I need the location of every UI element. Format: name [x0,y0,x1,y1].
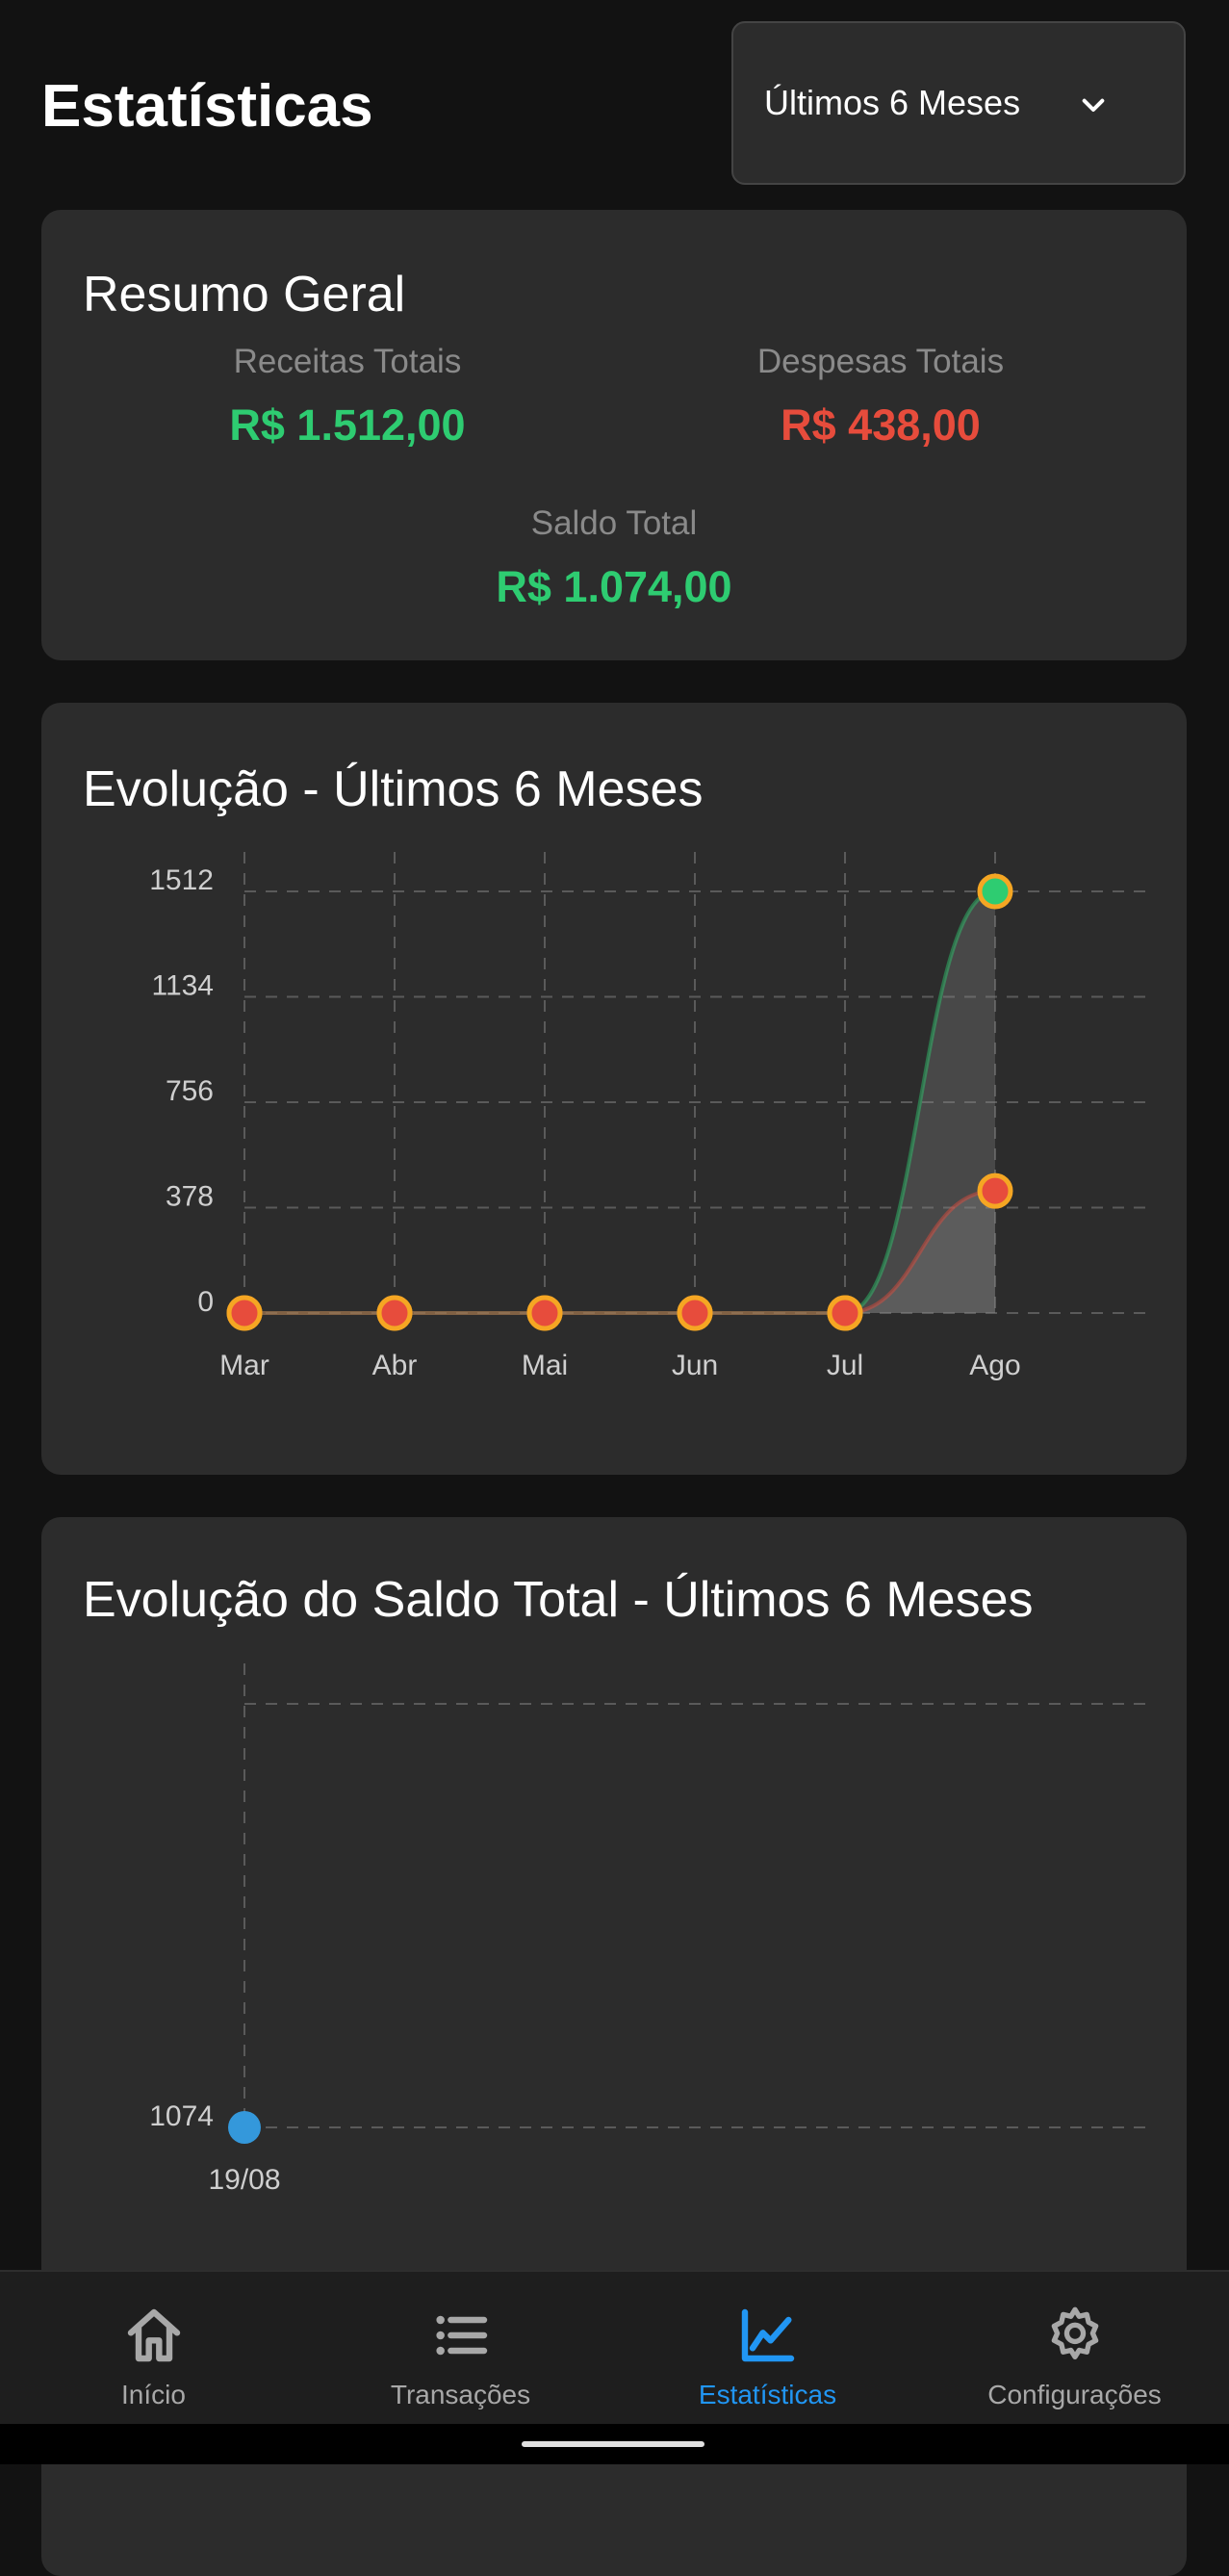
home-indicator [522,2441,704,2447]
despesas-value: R$ 438,00 [781,400,981,450]
nav-label-configuracoes: Configurações [987,2380,1162,2409]
balance-chart: 1074 19/08 [149,1663,1148,2196]
y-tick-label: 1134 [151,970,214,1002]
data-point [526,1295,563,1331]
gear-icon [1051,2306,1098,2360]
evolution-card: Evolução - Últimos 6 Meses 0 378 756 1134 15… [41,703,1187,1475]
bottom-nav: Início Transações Estatísticas Configura… [0,2270,1229,2426]
nav-label-transacoes: Transações [390,2380,531,2409]
nav-item-estatisticas[interactable]: Estatísticas [614,2272,921,2426]
period-select[interactable]: Últimos 6 Meses [731,21,1186,185]
page-title: Estatísticas [41,73,373,140]
saldo-value: R$ 1.074,00 [496,562,732,611]
data-point [977,873,1013,910]
y-tick-label: 756 [166,1075,214,1107]
nav-item-transacoes[interactable]: Transações [307,2272,614,2426]
x-tick-label: Ago [969,1350,1020,1381]
x-tick-label: Abr [372,1350,418,1381]
chart-icon [741,2308,794,2362]
data-point [226,1295,263,1331]
summary-title: Resumo Geral [83,267,406,322]
data-point [977,1172,1013,1209]
evolution-chart: 0 378 756 1134 1512 Mar Abr Mai Jun Jul Ago [149,852,1148,1381]
y-tick-label: 0 [197,1286,214,1318]
x-tick-label: Mai [522,1350,568,1381]
saldo-label: Saldo Total [530,504,698,542]
data-point [228,2111,261,2144]
x-tick-label: Jun [672,1350,718,1381]
home-icon [127,2308,180,2362]
receitas-value: R$ 1.512,00 [229,400,466,450]
y-tick-label: 1074 [149,2100,214,2132]
y-tick-label: 1512 [149,864,214,896]
data-point [827,1295,863,1331]
data-point [376,1295,413,1331]
despesas-label: Despesas Totais [756,343,1005,380]
receitas-label: Receitas Totais [233,343,462,380]
x-tick-label: Jul [827,1350,863,1381]
chevron-down-icon [1082,98,1105,112]
nav-label-inicio: Início [121,2380,186,2409]
data-point [677,1295,713,1331]
period-select-value: Últimos 6 Meses [764,83,1021,122]
nav-label-estatisticas: Estatísticas [698,2380,837,2409]
y-tick-label: 378 [166,1181,214,1213]
x-tick-label: 19/08 [208,2164,280,2196]
nav-item-inicio[interactable]: Início [0,2272,307,2426]
x-tick-label: Mar [219,1350,269,1381]
list-icon [435,2315,487,2356]
nav-item-configuracoes[interactable]: Configurações [921,2272,1228,2426]
summary-card: Resumo Geral Receitas Totais R$ 1.512,00… [41,210,1187,660]
